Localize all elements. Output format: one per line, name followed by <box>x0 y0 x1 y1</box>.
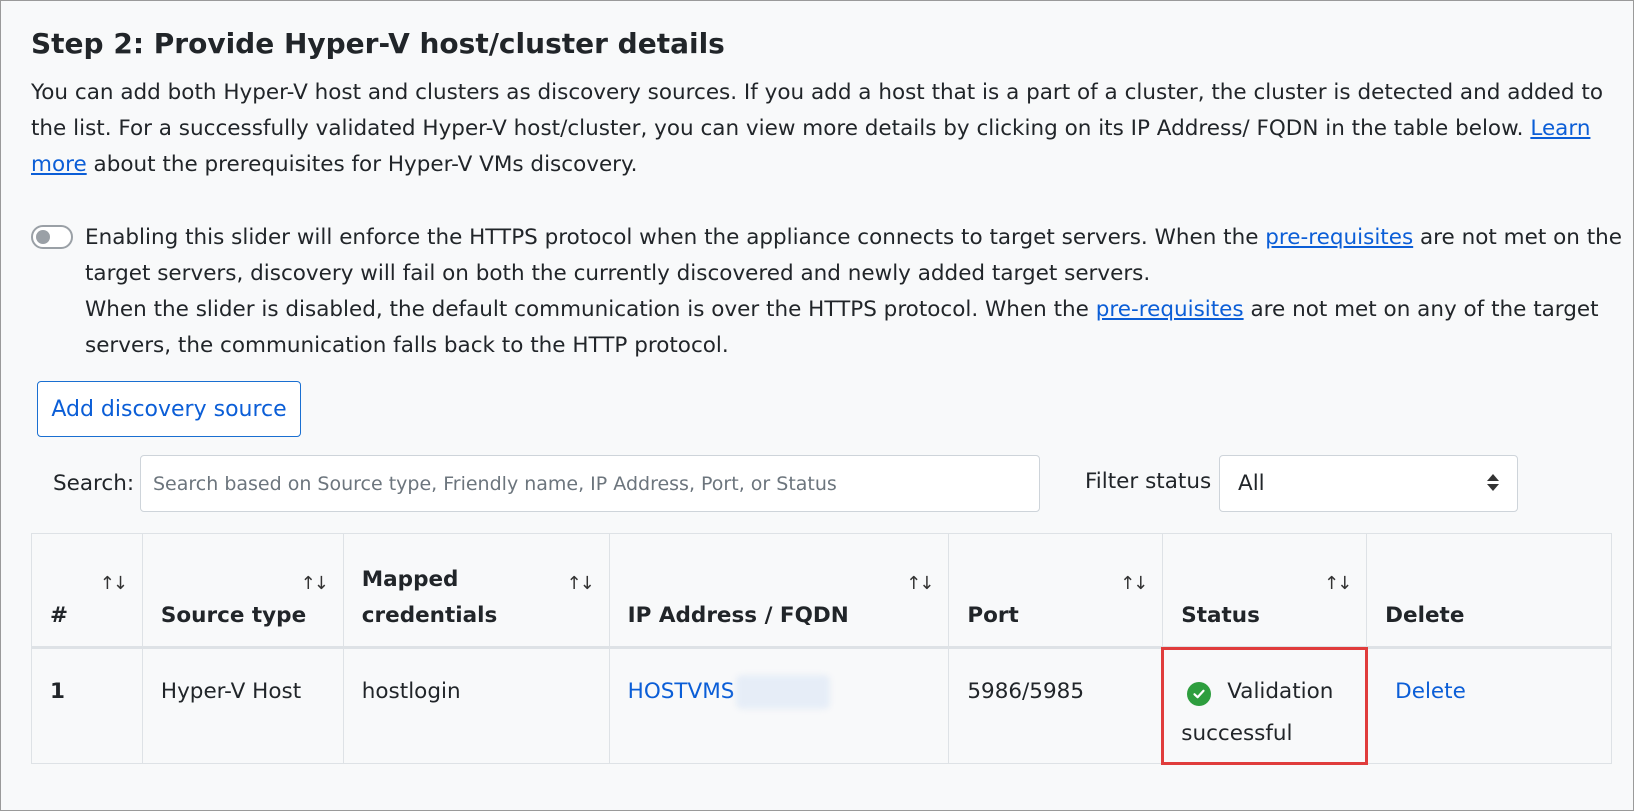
prerequisites-link-2[interactable]: pre-requisites <box>1096 297 1244 322</box>
sort-icon[interactable]: ↑↓ <box>566 566 594 602</box>
column-header-delete: Delete <box>1366 533 1612 649</box>
toggle-knob <box>36 230 50 244</box>
row-credentials: hostlogin <box>342 647 610 764</box>
sort-icon[interactable]: ↑↓ <box>906 566 934 602</box>
row-port: 5986/5985 <box>948 647 1164 764</box>
column-header-mapped-credentials[interactable]: Mapped credentials ↑↓ <box>342 533 610 649</box>
slider-text-part1: Enabling this slider will enforce the HT… <box>85 225 1266 250</box>
page-title: Step 2: Provide Hyper-V host/cluster det… <box>31 27 725 60</box>
row-status: Validation successful <box>1161 647 1369 765</box>
intro-text: You can add both Hyper-V host and cluste… <box>31 80 1603 141</box>
column-header-status[interactable]: Status ↑↓ <box>1162 533 1368 649</box>
check-circle-icon <box>1187 682 1212 706</box>
column-header-source-type[interactable]: Source type ↑↓ <box>141 533 344 649</box>
table-header-row: # ↑↓ Source type ↑↓ Mapped credentials ↑↓ I… <box>31 533 1612 649</box>
column-header-port[interactable]: Port ↑↓ <box>948 533 1164 649</box>
row-ip-fqdn: HOSTVMS <box>608 647 950 764</box>
search-input[interactable] <box>140 455 1040 512</box>
slider-description: Enabling this slider will enforce the HT… <box>85 220 1625 364</box>
slider-text-part3: When the slider is disabled, the default… <box>85 297 1096 322</box>
slider-line-enabled: Enabling this slider will enforce the HT… <box>85 220 1625 292</box>
sort-icon[interactable]: ↑↓ <box>301 566 329 602</box>
redacted-fqdn <box>736 675 831 709</box>
slider-line-disabled: When the slider is disabled, the default… <box>85 292 1625 364</box>
select-arrows-icon <box>1487 474 1499 491</box>
https-toggle[interactable] <box>31 225 73 249</box>
table-row: 1 Hyper-V Host hostlogin HOSTVMS 5986/59… <box>31 647 1612 765</box>
sort-icon[interactable]: ↑↓ <box>100 566 128 602</box>
intro-paragraph: You can add both Hyper-V host and cluste… <box>31 75 1621 183</box>
search-label: Search: <box>53 471 135 496</box>
sort-icon[interactable]: ↑↓ <box>1120 566 1148 602</box>
intro-text-end: about the prerequisites for Hyper-V VMs … <box>86 152 638 177</box>
sort-icon[interactable]: ↑↓ <box>1324 566 1352 602</box>
prerequisites-link-1[interactable]: pre-requisites <box>1265 225 1413 250</box>
host-link[interactable]: HOSTVMS <box>628 679 735 704</box>
row-number: 1 <box>31 647 143 764</box>
discovery-sources-table: # ↑↓ Source type ↑↓ Mapped credentials ↑↓ I… <box>31 533 1612 765</box>
filter-status-value: All <box>1238 471 1265 496</box>
delete-link[interactable]: Delete <box>1385 679 1466 704</box>
row-delete: Delete <box>1366 647 1612 764</box>
add-discovery-source-button[interactable]: Add discovery source <box>37 381 301 437</box>
filter-status-label: Filter status <box>1085 469 1212 494</box>
filter-status-select[interactable]: All <box>1219 455 1518 512</box>
row-source-type: Hyper-V Host <box>141 647 344 764</box>
page-frame: Step 2: Provide Hyper-V host/cluster det… <box>0 0 1634 811</box>
column-header-ip-fqdn[interactable]: IP Address / FQDN ↑↓ <box>608 533 950 649</box>
column-header-number[interactable]: # ↑↓ <box>31 533 143 649</box>
status-highlight-box <box>1161 647 1369 765</box>
